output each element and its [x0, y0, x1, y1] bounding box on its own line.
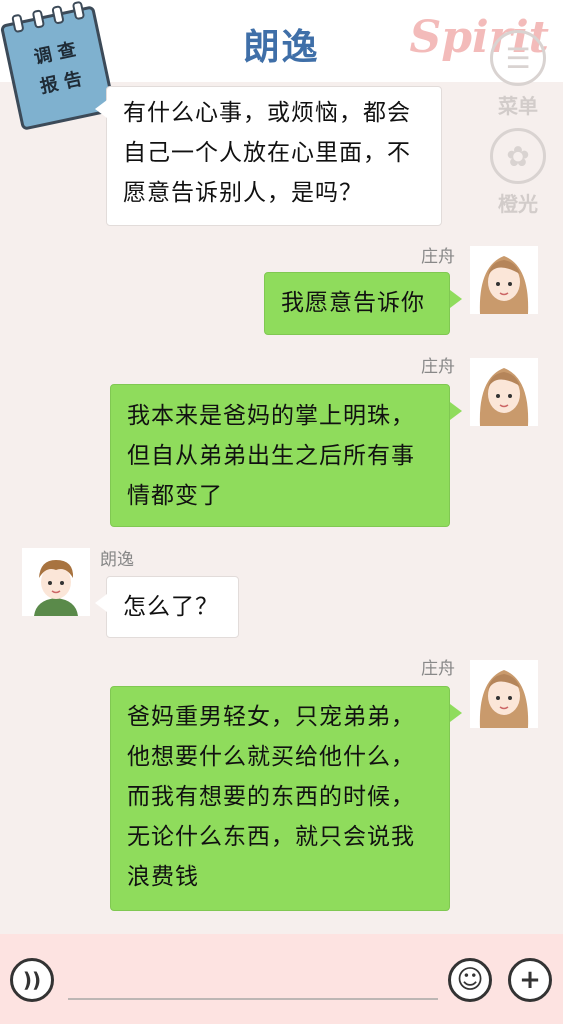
- message-bubble-right: 我本来是爸妈的掌上明珠， 但自从弟弟出生之后所有事 情都变了: [110, 384, 450, 527]
- message-line: 有什么心事，或烦恼，都会: [123, 100, 411, 126]
- bubble-tail: [95, 594, 107, 612]
- bubble-tail: [450, 704, 462, 722]
- message-bubble-right: 我愿意告诉你: [264, 272, 450, 335]
- plus-icon[interactable]: +: [508, 958, 552, 1002]
- emoji-icon[interactable]: ☺: [448, 958, 492, 1002]
- message-line: 我本来是爸妈的掌上明珠，: [127, 403, 415, 429]
- sender-name: 庄舟: [421, 659, 455, 679]
- bubble-tail: [95, 100, 107, 118]
- menu-label: 菜单: [498, 94, 538, 118]
- message-bubble-left: 怎么了？: [106, 576, 239, 638]
- message-line: 自己一个人放在心里面，不: [123, 140, 411, 166]
- message-input[interactable]: [68, 998, 438, 1000]
- bubble-tail: [450, 290, 462, 308]
- message-line: 他想要什么就买给他什么，: [127, 744, 415, 770]
- message-line: 而我有想要的东西的时候，: [127, 784, 415, 810]
- avatar: [470, 246, 538, 314]
- message-line: 情都变了: [127, 483, 223, 509]
- bubble-tail: [450, 402, 462, 420]
- menu-button[interactable]: ☰ 菜单: [483, 30, 553, 119]
- orange-light-label: 橙光: [498, 192, 538, 216]
- sender-name: 庄舟: [421, 247, 455, 267]
- message-line: 无论什么东西，就只会说我: [127, 824, 415, 850]
- message-line: 爸妈重男轻女，只宠弟弟，: [127, 704, 415, 730]
- avatar: [22, 548, 90, 616]
- message-line: 我愿意告诉你: [281, 290, 425, 316]
- avatar: [470, 660, 538, 728]
- avatar: [470, 358, 538, 426]
- message-line: 愿意告诉别人，是吗？: [123, 180, 363, 206]
- message-line: 浪费钱: [127, 864, 199, 890]
- notebook-label: 调 查 报 告: [8, 30, 109, 107]
- message-line: 怎么了？: [123, 594, 219, 620]
- sender-name: 庄舟: [421, 357, 455, 377]
- message-line: 但自从弟弟出生之后所有事: [127, 443, 415, 469]
- message-bubble-left: 有什么心事，或烦恼，都会 自己一个人放在心里面，不 愿意告诉别人，是吗？: [106, 86, 442, 226]
- voice-icon[interactable]: )): [10, 958, 54, 1002]
- orange-light-icon: ✿: [490, 128, 546, 184]
- orange-light-button[interactable]: ✿ 橙光: [483, 128, 553, 217]
- message-bubble-right: 爸妈重男轻女，只宠弟弟， 他想要什么就买给他什么， 而我有想要的东西的时候， 无…: [110, 686, 450, 911]
- sender-name: 朗逸: [100, 550, 134, 570]
- menu-icon: ☰: [490, 30, 546, 86]
